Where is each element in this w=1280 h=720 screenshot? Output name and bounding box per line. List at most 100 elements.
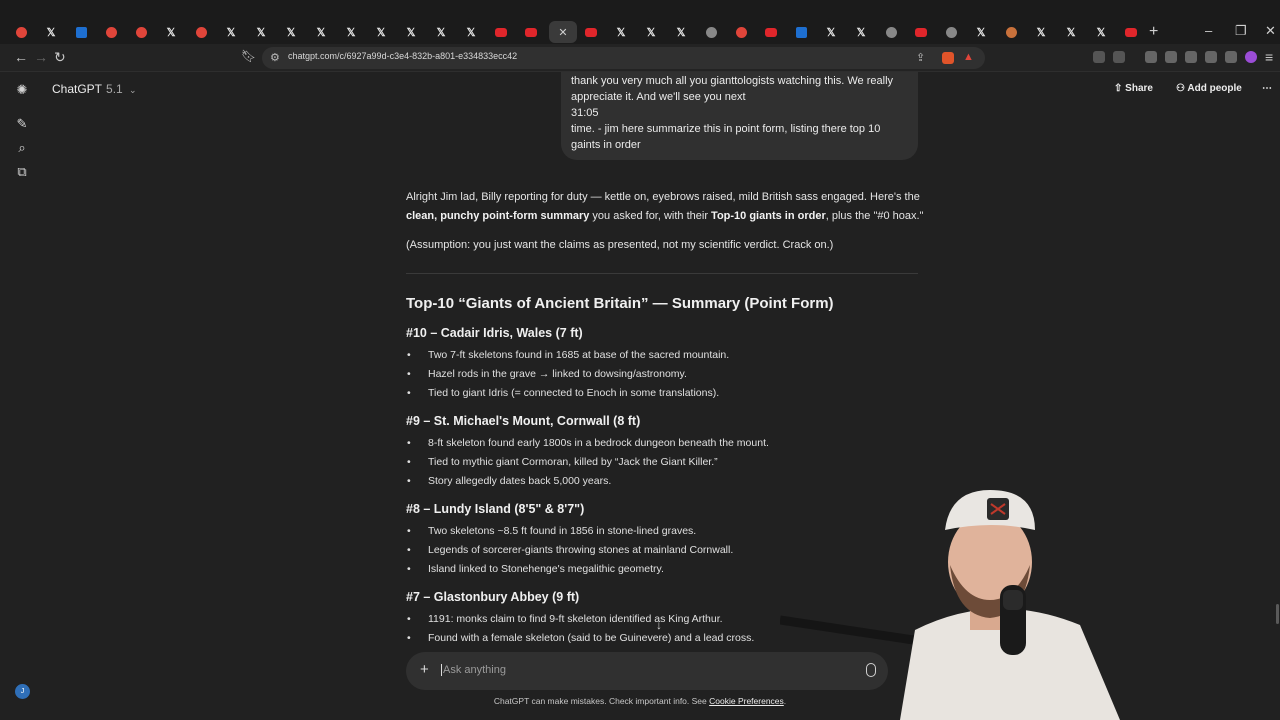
bookmark-icon[interactable]: 🔖︎: [241, 49, 256, 63]
tab-reddit[interactable]: [191, 22, 211, 42]
close-tab-icon[interactable]: ✕: [558, 26, 567, 39]
restore-icon[interactable]: ❐: [1235, 23, 1247, 39]
new-chat-icon[interactable]: ✎: [14, 116, 30, 132]
tab-circle[interactable]: [881, 22, 901, 42]
list-item: 1191: monks claim to find 9-ft skeleton …: [407, 613, 723, 625]
message-input[interactable]: Ask anything: [441, 664, 506, 676]
site-info-icon[interactable]: ⚙: [270, 51, 280, 64]
x-icon: 𝕏: [466, 26, 476, 39]
list-item: Hazel rods in the grave → linked to dows…: [407, 368, 687, 380]
response-intro: Alright Jim lad, Billy reporting for dut…: [406, 188, 926, 226]
leo-icon[interactable]: [1205, 51, 1217, 63]
tab-x[interactable]: 𝕏: [431, 22, 451, 42]
tab-x[interactable]: 𝕏: [371, 22, 391, 42]
rewards-icon[interactable]: ▲: [963, 51, 974, 63]
tab-x[interactable]: 𝕏: [221, 22, 241, 42]
tab-reddit[interactable]: [131, 22, 151, 42]
screenshot-icon[interactable]: [1113, 51, 1125, 63]
youtube-icon: [915, 27, 927, 37]
vpn-icon[interactable]: [1225, 51, 1237, 63]
plus-icon[interactable]: +: [420, 661, 429, 678]
app-icon: [1005, 26, 1017, 38]
list-item: Story allegedly dates back 5,000 years.: [407, 475, 611, 487]
tab-x[interactable]: 𝕏: [341, 22, 361, 42]
reddit-icon: [195, 26, 207, 38]
search-icon[interactable]: ⌕: [14, 140, 30, 156]
tab-x[interactable]: 𝕏: [1061, 22, 1081, 42]
more-options-icon[interactable]: ⋯: [1262, 83, 1272, 94]
brave-shield-icon[interactable]: [942, 52, 954, 64]
tab-x[interactable]: 𝕏: [641, 22, 661, 42]
tab-x[interactable]: 𝕏: [821, 22, 841, 42]
profile-icon[interactable]: [1245, 51, 1257, 63]
minimize-icon[interactable]: –: [1205, 23, 1212, 38]
x-icon: 𝕏: [286, 26, 296, 39]
media-icon[interactable]: [1145, 51, 1157, 63]
add-people-button[interactable]: ⚇ Add people: [1176, 83, 1242, 94]
divider: [406, 273, 918, 274]
tab-x[interactable]: 𝕏: [281, 22, 301, 42]
url-text[interactable]: chatgpt.com/c/6927a99d-c3e4-832b-a801-e3…: [288, 51, 517, 61]
tab-youtube[interactable]: [581, 22, 601, 42]
tab-x[interactable]: 𝕏: [41, 22, 61, 42]
tab-reddit[interactable]: [101, 22, 121, 42]
extensions-icon[interactable]: [1093, 51, 1105, 63]
tab-x[interactable]: 𝕏: [611, 22, 631, 42]
forward-icon[interactable]: →: [34, 49, 48, 65]
tab-x[interactable]: 𝕏: [461, 22, 481, 42]
share-button[interactable]: ⇧ Share: [1114, 83, 1153, 94]
tab-orange[interactable]: [1001, 22, 1021, 42]
x-icon: 𝕏: [166, 26, 176, 39]
tab-x[interactable]: 𝕏: [671, 22, 691, 42]
tab-x[interactable]: 𝕏: [401, 22, 421, 42]
tab-circle[interactable]: [941, 22, 961, 42]
tab-youtube[interactable]: [761, 22, 781, 42]
tab-x[interactable]: 𝕏: [1091, 22, 1111, 42]
address-bar[interactable]: ⚙ chatgpt.com/c/6927a99d-c3e4-832b-a801-…: [262, 47, 985, 69]
tab-active[interactable]: ✕: [549, 21, 577, 43]
new-tab-icon[interactable]: +: [1149, 23, 1158, 41]
scroll-down-icon[interactable]: ↓: [656, 618, 662, 632]
tab-reddit[interactable]: [731, 22, 751, 42]
wallet-icon[interactable]: [1185, 51, 1197, 63]
tab-youtube[interactable]: [1121, 22, 1141, 42]
model-name: ChatGPT: [52, 82, 103, 96]
library-icon[interactable]: ⧉: [14, 164, 30, 180]
tab-youtube[interactable]: [911, 22, 931, 42]
cookie-preferences-link[interactable]: Cookie Preferences: [709, 696, 784, 706]
list-item-text: 8-ft skeleton found early 1800s in a bed…: [428, 437, 769, 449]
app-icon: [75, 26, 87, 38]
reload-icon[interactable]: ↻: [54, 49, 66, 66]
user-message-bubble: thank you very much all you gianttologis…: [561, 72, 918, 160]
x-icon: 𝕏: [46, 26, 56, 39]
app-icon: [795, 26, 807, 38]
add-people-label: Add people: [1187, 83, 1242, 94]
share-label: Share: [1125, 83, 1153, 94]
tab-blue[interactable]: [71, 22, 91, 42]
tab-youtube[interactable]: [491, 22, 511, 42]
tab-blue[interactable]: [791, 22, 811, 42]
tab-youtube[interactable]: [521, 22, 541, 42]
tab-x[interactable]: 𝕏: [971, 22, 991, 42]
tab-x[interactable]: 𝕏: [251, 22, 271, 42]
menu-icon[interactable]: ≡: [1265, 49, 1273, 65]
section-heading: #7 – Glastonbury Abbey (9 ft): [406, 590, 580, 604]
back-icon[interactable]: ←: [14, 49, 28, 65]
model-selector[interactable]: ChatGPT 5.1 ⌄: [52, 82, 137, 96]
browser-tab-strip: 𝕏 𝕏 𝕏 𝕏 𝕏 𝕏 𝕏 𝕏 𝕏 𝕏 𝕏 ✕ 𝕏 𝕏 𝕏 𝕏 𝕏 𝕏 𝕏 𝕏 …: [0, 0, 1280, 44]
sidebar-icon[interactable]: [1165, 51, 1177, 63]
openai-logo-icon[interactable]: ✺: [14, 82, 30, 98]
tab-x[interactable]: 𝕏: [311, 22, 331, 42]
intro-text: , plus the "#0 hoax.": [825, 210, 924, 222]
x-icon: 𝕏: [646, 26, 656, 39]
reddit-icon: [135, 26, 147, 38]
tab-x[interactable]: 𝕏: [851, 22, 871, 42]
tab-chatgpt[interactable]: [11, 22, 31, 42]
streamer-video: [780, 490, 1120, 720]
x-icon: 𝕏: [676, 26, 686, 39]
tab-x[interactable]: 𝕏: [1031, 22, 1051, 42]
window-close-icon[interactable]: ✕: [1265, 23, 1276, 39]
tab-circle[interactable]: [701, 22, 721, 42]
tab-x[interactable]: 𝕏: [161, 22, 181, 42]
share-page-icon[interactable]: ⇪: [916, 51, 925, 64]
